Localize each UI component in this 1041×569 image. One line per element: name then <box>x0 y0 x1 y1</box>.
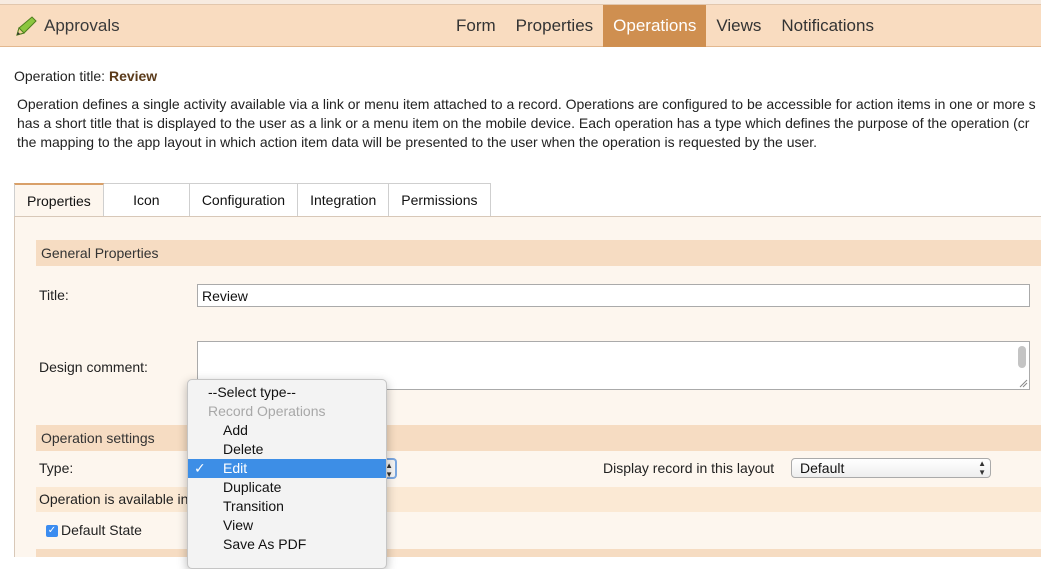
operation-tabs: Properties Icon Configuration Integratio… <box>14 183 491 217</box>
type-label: Type: <box>39 460 74 476</box>
scrollbar-thumb[interactable] <box>1018 346 1026 368</box>
option-delete[interactable]: Delete <box>188 440 386 459</box>
app-title: Approvals <box>44 16 120 35</box>
general-properties-header: General Properties <box>36 240 1041 266</box>
operation-title-label: Operation title: <box>14 68 106 84</box>
resize-grip-icon[interactable] <box>1018 378 1028 388</box>
option-add[interactable]: Add <box>188 421 386 440</box>
description-line: Operation defines a single activity avai… <box>17 96 1036 112</box>
layout-select-value: Default <box>800 460 845 476</box>
option-save-as-pdf[interactable]: Save As PDF <box>188 535 386 554</box>
nav-properties[interactable]: Properties <box>506 5 603 47</box>
option-duplicate[interactable]: Duplicate <box>188 478 386 497</box>
tab-permissions[interactable]: Permissions <box>389 183 491 217</box>
option-edit[interactable]: ✓ Edit <box>188 459 386 478</box>
option-group-record-operations: Record Operations <box>208 403 326 419</box>
option-edit-label: Edit <box>223 460 248 476</box>
checkmark-icon: ✓ <box>194 460 206 476</box>
tab-integration[interactable]: Integration <box>298 183 390 217</box>
layout-select[interactable]: Default ▲ ▼ <box>791 458 991 478</box>
description-line: has a short title that is displayed to t… <box>17 115 1030 131</box>
app-header: Approvals Form Properties Operations Vie… <box>0 5 1041 47</box>
type-dropdown-menu: --Select type-- Record Operations Add De… <box>187 379 387 569</box>
option-transition[interactable]: Transition <box>188 497 386 516</box>
pencil-arrow-icon <box>16 16 37 36</box>
layout-label: Display record in this layout <box>603 460 775 476</box>
tab-properties[interactable]: Properties <box>14 183 104 217</box>
default-state-label: Default State <box>61 522 142 538</box>
nav-operations[interactable]: Operations <box>603 5 707 47</box>
main-nav: Form Properties Operations Views Notific… <box>446 5 884 47</box>
nav-views[interactable]: Views <box>706 5 771 47</box>
option-select-type[interactable]: --Select type-- <box>188 383 386 402</box>
option-view[interactable]: View <box>188 516 386 535</box>
nav-form[interactable]: Form <box>446 5 506 47</box>
operation-title: Operation title: Review <box>14 68 157 84</box>
nav-notifications[interactable]: Notifications <box>771 5 884 47</box>
tab-configuration[interactable]: Configuration <box>189 183 299 217</box>
title-label: Title: <box>39 287 69 303</box>
operation-description: Operation defines a single activity avai… <box>17 95 1041 152</box>
description-line: the mapping to the app layout in which a… <box>17 134 818 150</box>
up-down-arrows-icon: ▲ ▼ <box>978 459 986 477</box>
design-comment-label: Design comment: <box>39 359 148 375</box>
title-input[interactable] <box>197 284 1030 307</box>
tab-icon[interactable]: Icon <box>103 183 190 217</box>
operation-title-value: Review <box>108 68 158 84</box>
default-state-checkbox[interactable]: ✓ <box>46 525 58 537</box>
